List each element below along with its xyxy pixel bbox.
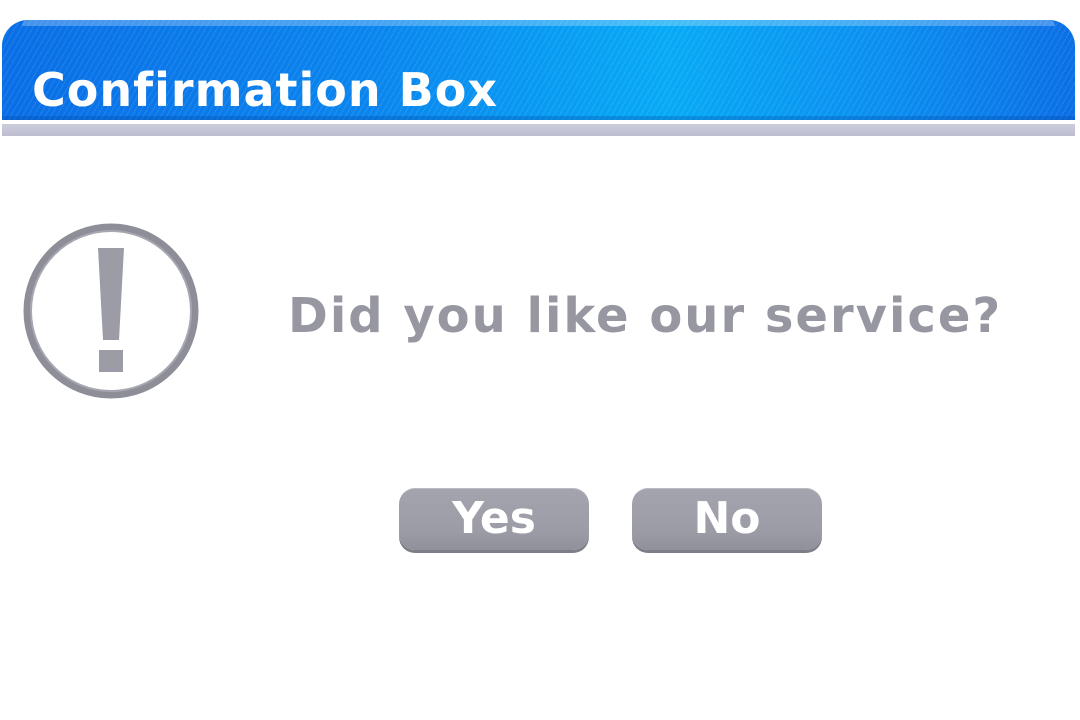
dialog-title: Confirmation Box [32,63,499,117]
yes-button-label: Yes [452,493,536,544]
title-bar: Confirmation Box [2,20,1075,120]
confirmation-dialog: Confirmation Box Did you like our servic… [0,0,1080,720]
yes-button[interactable]: Yes [399,488,589,550]
dialog-message: Did you like our service? [288,288,1003,344]
no-button-label: No [693,493,761,544]
title-divider [2,124,1075,136]
exclamation-icon [23,223,199,399]
no-button[interactable]: No [632,488,822,550]
